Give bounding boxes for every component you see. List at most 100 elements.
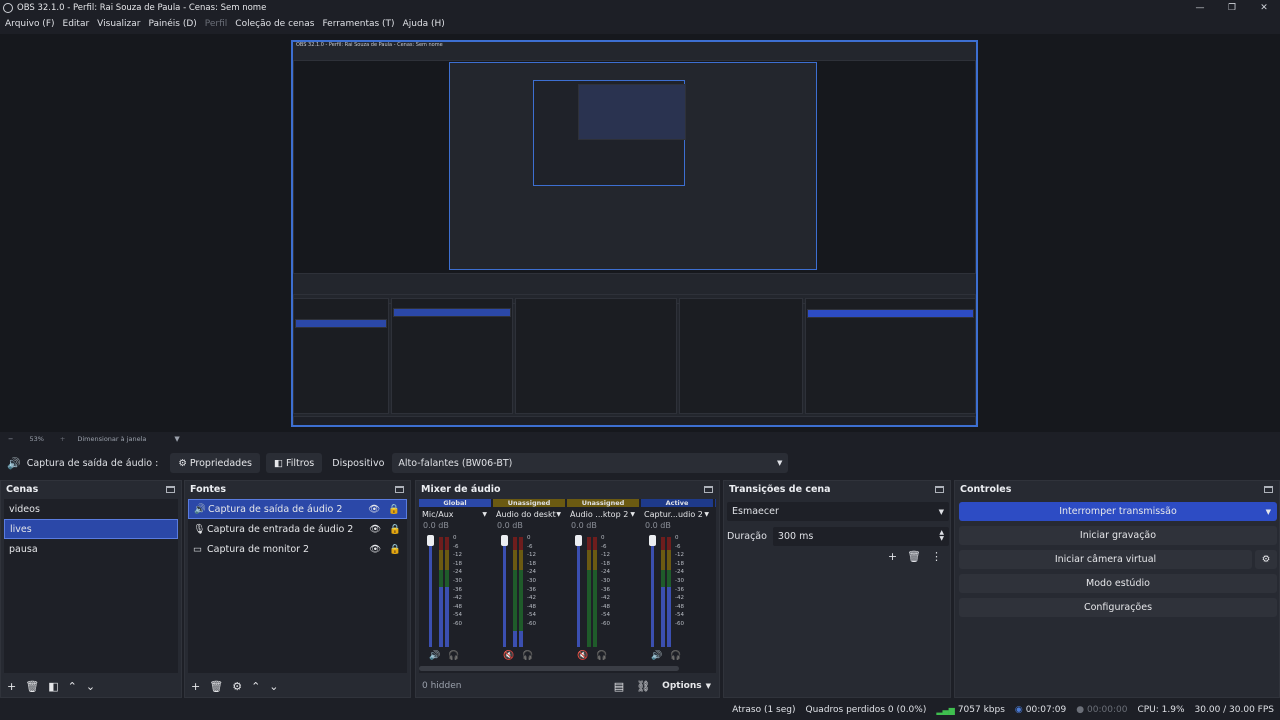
- chevron-down-icon[interactable]: ▼: [1266, 508, 1271, 516]
- add-icon[interactable]: +: [191, 680, 200, 693]
- db-tick-label: -18: [601, 560, 610, 567]
- speaker-icon: 🔊: [194, 503, 206, 515]
- scene-item[interactable]: videos: [4, 499, 178, 519]
- channel-name[interactable]: Captur...udio 2 ▼: [641, 507, 713, 521]
- arrow-down-icon[interactable]: ⌄: [86, 680, 95, 693]
- transition-select[interactable]: Esmaecer ▼: [727, 502, 949, 521]
- mixer-channel: Active Captur...udio 2 ▼ 0.0 dB 0 -6 -12 -18 -24…: [641, 499, 713, 667]
- source-item[interactable]: 🎙 Captura de entrada de áudio 2 👁 🔒: [188, 519, 407, 539]
- volume-slider-track[interactable]: [429, 537, 432, 647]
- db-tick-label: -48: [675, 603, 684, 610]
- volume-slider-track[interactable]: [503, 537, 506, 647]
- zoom-in-icon[interactable]: +: [60, 435, 65, 443]
- virtual-camera-button[interactable]: Iniciar câmera virtual: [959, 550, 1252, 569]
- preview-canvas[interactable]: OBS 32.1.0 - Perfil: Rai Souza de Paula …: [291, 40, 978, 427]
- chevron-down-icon[interactable]: ▼: [482, 511, 487, 518]
- channel-name[interactable]: Captur▼: [715, 507, 716, 521]
- layout-icon[interactable]: ▤: [614, 680, 624, 693]
- mixer-channel: Global Mic/Aux ▼ 0.0 dB 0 -6 -12 -18 -24 -30 -36 -4…: [419, 499, 491, 667]
- add-icon[interactable]: +: [888, 550, 897, 563]
- lock-icon[interactable]: 🔒: [389, 544, 401, 555]
- speaker-icon[interactable]: 🔊: [651, 651, 662, 661]
- channel-name[interactable]: Áudio do deskto ▼: [493, 507, 565, 521]
- minimize-button[interactable]: —: [1184, 0, 1216, 15]
- add-icon[interactable]: +: [7, 680, 16, 693]
- duration-value: 300 ms: [777, 530, 814, 542]
- volume-slider-handle[interactable]: [501, 535, 508, 546]
- spinner-icon[interactable]: ▲ ▼: [939, 530, 944, 542]
- muted-speaker-icon[interactable]: 🔇: [503, 651, 514, 661]
- chevron-down-icon[interactable]: ▼: [704, 511, 709, 518]
- headphones-icon[interactable]: 🎧: [596, 651, 607, 661]
- muted-speaker-icon[interactable]: 🔇: [577, 651, 588, 661]
- volume-slider-handle[interactable]: [427, 535, 434, 546]
- mixer-scrollbar[interactable]: [419, 666, 679, 671]
- scene-item[interactable]: lives: [4, 519, 178, 539]
- menu-visualizar[interactable]: Visualizar: [97, 19, 140, 29]
- trash-icon[interactable]: 🗑: [25, 680, 39, 693]
- properties-button[interactable]: ⚙ Propriedades: [170, 453, 261, 473]
- undock-icon[interactable]: [704, 485, 713, 493]
- undock-icon[interactable]: [935, 485, 944, 493]
- menu-arquivo[interactable]: Arquivo (F): [5, 19, 55, 29]
- chevron-down-icon[interactable]: ▼: [174, 435, 179, 443]
- undock-icon[interactable]: [395, 485, 404, 493]
- more-icon[interactable]: ⋮: [931, 550, 942, 563]
- zoom-level[interactable]: 53%: [29, 435, 43, 443]
- volume-slider-track[interactable]: [651, 537, 654, 647]
- maximize-button[interactable]: ❐: [1216, 0, 1248, 15]
- db-tick-label: -24: [527, 569, 536, 576]
- menu-ferramentas[interactable]: Ferramentas (T): [322, 19, 394, 29]
- undock-icon[interactable]: [166, 485, 175, 493]
- filter-icon[interactable]: ◧: [48, 680, 58, 693]
- filters-button[interactable]: ◧ Filtros: [266, 453, 323, 473]
- zoom-out-icon[interactable]: −: [8, 435, 13, 443]
- undock-icon[interactable]: [1264, 485, 1273, 493]
- link-icon[interactable]: ⛓: [636, 680, 650, 693]
- lock-icon[interactable]: 🔒: [388, 504, 400, 515]
- chevron-down-icon[interactable]: ▼: [556, 511, 561, 518]
- chevron-down-icon[interactable]: ▼: [706, 682, 711, 690]
- start-recording-button[interactable]: Iniciar gravação: [959, 526, 1277, 545]
- virtual-camera-settings-button[interactable]: ⚙: [1255, 550, 1277, 569]
- volume-slider-track[interactable]: [577, 537, 580, 647]
- scale-mode[interactable]: Dimensionar à janela: [77, 435, 146, 443]
- title-bar: OBS 32.1.0 - Perfil: Rai Souza de Paula …: [0, 0, 1280, 15]
- headphones-icon[interactable]: 🎧: [522, 651, 533, 661]
- scene-item[interactable]: pausa: [4, 539, 178, 559]
- volume-slider-handle[interactable]: [649, 535, 656, 546]
- device-select[interactable]: Alto-falantes (BW06-BT) ▼: [392, 453, 789, 473]
- menu-paineis[interactable]: Painéis (D): [148, 19, 196, 29]
- stop-streaming-button[interactable]: Interromper transmissão ▼: [959, 502, 1277, 521]
- headphones-icon[interactable]: 🎧: [670, 651, 681, 661]
- menu-colecao-cenas[interactable]: Coleção de cenas: [235, 19, 314, 29]
- trash-icon[interactable]: 🗑: [209, 680, 223, 693]
- channel-name[interactable]: Mic/Aux ▼: [419, 507, 491, 521]
- source-item[interactable]: ▭ Captura de monitor 2 👁 🔒: [188, 539, 407, 559]
- arrow-up-icon[interactable]: ⌃: [68, 680, 77, 693]
- eye-icon[interactable]: 👁: [368, 504, 380, 515]
- source-item[interactable]: 🔊 Captura de saída de áudio 2 👁 🔒: [188, 499, 407, 519]
- db-tick-label: -36: [527, 586, 536, 593]
- eye-icon[interactable]: 👁: [369, 544, 381, 555]
- close-button[interactable]: ✕: [1248, 0, 1280, 15]
- menu-ajuda[interactable]: Ajuda (H): [403, 19, 445, 29]
- chevron-down-icon[interactable]: ▼: [630, 511, 635, 518]
- options-button[interactable]: Options: [662, 681, 701, 691]
- arrow-down-icon[interactable]: ⌄: [269, 680, 278, 693]
- headphones-icon[interactable]: 🎧: [448, 651, 459, 661]
- duration-input[interactable]: 300 ms ▲ ▼: [772, 526, 949, 546]
- channel-name[interactable]: Áudio ...ktop 2 ▼: [567, 507, 639, 521]
- speaker-icon[interactable]: 🔊: [429, 651, 440, 661]
- lock-icon[interactable]: 🔒: [389, 524, 401, 535]
- trash-icon[interactable]: 🗑: [907, 550, 921, 563]
- volume-slider-handle[interactable]: [575, 535, 582, 546]
- gear-icon[interactable]: ⚙: [232, 680, 242, 693]
- menu-editar[interactable]: Editar: [63, 19, 90, 29]
- menu-perfil[interactable]: Perfil: [205, 19, 228, 29]
- db-tick-label: 0: [453, 535, 457, 541]
- arrow-up-icon[interactable]: ⌃: [251, 680, 260, 693]
- studio-mode-button[interactable]: Modo estúdio: [959, 574, 1277, 593]
- settings-button[interactable]: Configurações: [959, 598, 1277, 617]
- eye-icon[interactable]: 👁: [369, 524, 381, 535]
